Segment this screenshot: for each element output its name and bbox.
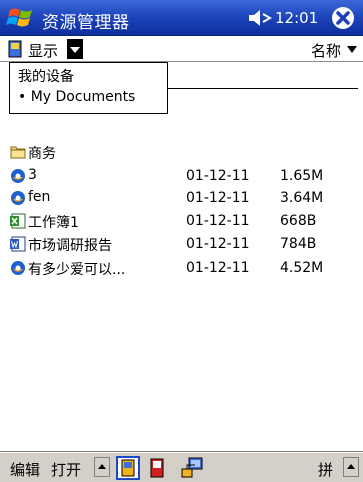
menu-item-my-documents[interactable]: • My Documents	[18, 89, 135, 105]
input-method-button[interactable]: 拼	[318, 459, 333, 480]
list-item[interactable]: 工作簿1 01-12-11 668B	[0, 210, 363, 232]
windows-start-icon[interactable]	[6, 4, 36, 32]
file-date: 01-12-11	[186, 168, 250, 184]
file-size: 3.64M	[280, 190, 324, 206]
list-item[interactable]: 3 01-12-11 1.65M	[0, 165, 363, 187]
excel-file-icon	[10, 213, 26, 229]
folder-toolbar: 显示 名称	[0, 36, 363, 62]
file-name: 商务	[28, 146, 56, 162]
file-date: 01-12-11	[186, 190, 250, 206]
file-name: 有多少爱可以...	[28, 262, 126, 278]
device-storage-icon	[8, 40, 22, 58]
storage-card-icon[interactable]	[150, 458, 164, 478]
show-label[interactable]: 显示	[28, 40, 58, 61]
file-size: 4.52M	[280, 260, 324, 276]
app-title: 资源管理器	[42, 13, 130, 33]
menu-item-my-device[interactable]: 我的设备	[18, 66, 74, 86]
chevron-down-icon[interactable]	[347, 46, 357, 53]
list-item[interactable]: 商务	[0, 141, 363, 163]
file-name: 市场调研报告	[28, 238, 112, 254]
chevron-down-icon	[70, 47, 80, 53]
list-item[interactable]: fen 01-12-11 3.64M	[0, 187, 363, 209]
media-file-icon	[11, 191, 25, 205]
file-name: 3	[28, 167, 37, 183]
file-size: 668B	[280, 213, 317, 229]
list-item[interactable]: 市场调研报告 01-12-11 784B	[0, 233, 363, 255]
network-share-icon[interactable]	[180, 457, 204, 479]
media-file-icon	[11, 261, 25, 275]
close-icon[interactable]	[331, 6, 355, 30]
clock[interactable]: 12:01	[275, 9, 318, 27]
title-bar: 资源管理器 12:01	[0, 0, 363, 36]
file-size: 784B	[280, 236, 317, 252]
open-menu[interactable]: 打开	[51, 459, 81, 480]
device-storage-icon	[121, 459, 135, 477]
file-date: 01-12-11	[186, 236, 250, 252]
show-dropdown-button[interactable]	[67, 39, 83, 59]
edit-menu[interactable]: 编辑	[10, 459, 40, 480]
sort-by-name-button[interactable]: 名称	[311, 40, 341, 61]
word-file-icon	[10, 236, 26, 252]
file-date: 01-12-11	[186, 260, 250, 276]
file-name: fen	[28, 189, 51, 205]
file-name: 工作簿1	[28, 215, 79, 231]
file-size: 1.65M	[280, 168, 324, 184]
command-bar: 编辑 打开 拼	[0, 451, 363, 482]
speaker-icon[interactable]	[248, 9, 272, 27]
list-item[interactable]: 有多少爱可以... 01-12-11 4.52M	[0, 257, 363, 279]
file-date: 01-12-11	[186, 213, 250, 229]
chevron-up-icon[interactable]	[343, 457, 359, 477]
device-storage-button[interactable]	[116, 456, 140, 480]
divider	[168, 88, 358, 89]
chevron-up-icon[interactable]	[94, 457, 110, 477]
folder-menu: 我的设备 • My Documents	[9, 62, 168, 114]
folder-icon	[10, 146, 26, 159]
media-file-icon	[11, 169, 25, 183]
